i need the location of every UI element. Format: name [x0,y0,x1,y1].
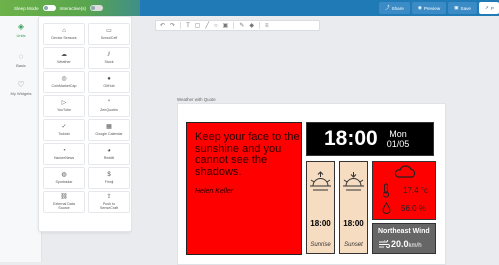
rail-item-my-widgets[interactable]: ♡ My Widgets [0,80,42,96]
text-icon[interactable]: T [186,22,190,30]
widget-google-calendar[interactable]: ▦ Google Calendar [88,119,130,141]
clock-time: 18:00 [324,127,378,150]
widget-hackernews[interactable]: ◔ HackerNews [43,143,85,165]
thermometer-icon [382,183,390,198]
sleep-mode-toggle[interactable] [42,5,56,11]
line-icon[interactable]: ╱ [205,22,209,30]
widget-external-data-source[interactable]: ⛓ External Data Source [43,191,85,213]
humidity-value: 56.0 % [401,204,426,213]
rail-item-basic[interactable]: ◌ Basic [0,52,42,68]
sunset-label: Sunset [344,242,363,248]
canvas-toolbar: ↶ ↷ T ▢ ╱ ○ ▣ ✎ ◆ ≡ [155,20,320,31]
play-icon: ▷ [61,99,67,106]
widget-device-sensors[interactable]: ⌂ Device Sensors [43,23,85,45]
clock-date: 01/05 [386,139,410,149]
interactive-toggle[interactable] [90,5,104,11]
eye-icon: ◉ [417,5,422,10]
align-icon[interactable]: ≡ [265,22,269,30]
sunset-card[interactable]: 18:00 Sunset [339,161,368,254]
sunset-time: 18:00 [343,219,364,228]
sunrise-icon [310,171,331,191]
cloud-icon: ☁ [61,51,67,58]
rail-item-units[interactable]: ◈ Units [0,22,42,38]
calendar-icon: ▦ [106,123,112,130]
link-icon: ⛓ [60,193,68,200]
wind-unit: km/h [408,243,422,249]
finance-icon: $ [107,171,111,178]
widget-frame-title: Weather with Quote [177,97,216,102]
temperature-value: 17.4 °c [403,186,428,195]
sleep-mode-label: Sleep Mode [14,5,39,11]
rect-icon[interactable]: ▢ [195,22,201,30]
reddit-icon: ◕ [107,147,111,154]
widget-zenquotes[interactable]: “ZenQuotes [88,95,130,117]
check-icon: ✓ [61,123,67,130]
sunrise-label: Sunrise [310,242,331,248]
wind-speed: 20.0 [391,239,409,249]
upload-icon: ⇪ [106,193,112,200]
grid-icon: ◈ [17,22,25,31]
quote-card[interactable]: Keep your face to the sunshine and you c… [186,122,302,255]
widget-stock[interactable]: ⫽ Stock [88,47,130,69]
sunset-icon [343,172,364,191]
clock-card[interactable]: 18:00 Mon 01/05 [306,122,434,156]
redo-icon[interactable]: ↷ [170,22,175,30]
chart-icon: ⫽ [107,51,111,58]
widget-finnji[interactable]: $ Finnji [88,167,130,189]
share-icon: ⤴ [384,5,390,10]
heart-icon: ♡ [17,80,25,89]
clock-day: Mon [389,129,407,139]
sensor-icon: ⌂ [62,27,66,34]
widget-sportradar[interactable]: ◍ Sportradar [43,167,85,189]
widget-panel: ⌂ Device Sensors ▭ ScroolCelf ☁ Weather ⫽ St… [38,16,132,232]
circle-shape-icon[interactable]: ○ [214,22,218,30]
widget-weather[interactable]: ☁ Weather [43,47,85,69]
quote-author: Helen Keller [195,188,234,196]
github-icon: ● [107,75,111,82]
humidity-icon [382,202,391,214]
widget-push-to-sensecraft[interactable]: ⇪ Push to SenseCraft [88,191,130,213]
quote-text: Keep your face to the sunshine and you c… [195,131,300,178]
widget-scroolcelf[interactable]: ▭ ScroolCelf [88,23,130,45]
wind-card[interactable]: Northeast Wind 20.0km/h [372,223,436,254]
widget-youtube[interactable]: ▷ YouTube [43,95,85,117]
save-button[interactable]: ▣ Save [448,2,477,14]
top-bar: Sleep Mode Interactive(s) ⤴ Share ◉ Previe… [0,0,499,16]
quote-icon: “ [108,99,110,106]
sunrise-card[interactable]: 18:00 Sunrise [306,161,335,254]
undo-icon[interactable]: ↶ [160,22,165,30]
wind-direction: Northeast Wind [378,228,430,235]
wind-icon [379,240,390,248]
sunrise-time: 18:00 [310,219,331,228]
pen-icon[interactable]: ✎ [239,22,244,30]
ball-icon: ◍ [61,171,67,178]
interactive-label: Interactive(s) [59,5,87,11]
push-button[interactable]: ➚ P [479,2,499,14]
widget-reddit[interactable]: ◕ Reddit [88,143,130,165]
preview-button[interactable]: ◉ Preview [411,2,447,14]
scroll-icon: ▭ [106,27,112,34]
weather-card[interactable]: 17.4 °c 56.0 % [372,161,436,220]
circle-icon: ◌ [18,52,24,61]
share-button[interactable]: ⤴ Share [378,2,410,14]
fill-icon[interactable]: ◆ [249,22,254,30]
widget-todoist[interactable]: ✓ Todoist [43,119,85,141]
image-icon[interactable]: ▣ [223,22,229,30]
widget-github[interactable]: ● GitHub [88,71,130,93]
cloud-icon [394,165,416,178]
left-rail: ◈ Units ◌ Basic ♡ My Widgets [0,16,42,262]
coin-icon: ◎ [61,75,67,82]
news-icon: ◔ [62,147,66,154]
push-icon: ➚ [485,5,489,10]
save-icon: ▣ [454,5,459,10]
widget-coinmarketcap[interactable]: ◎ CoinMarketCap [43,71,85,93]
